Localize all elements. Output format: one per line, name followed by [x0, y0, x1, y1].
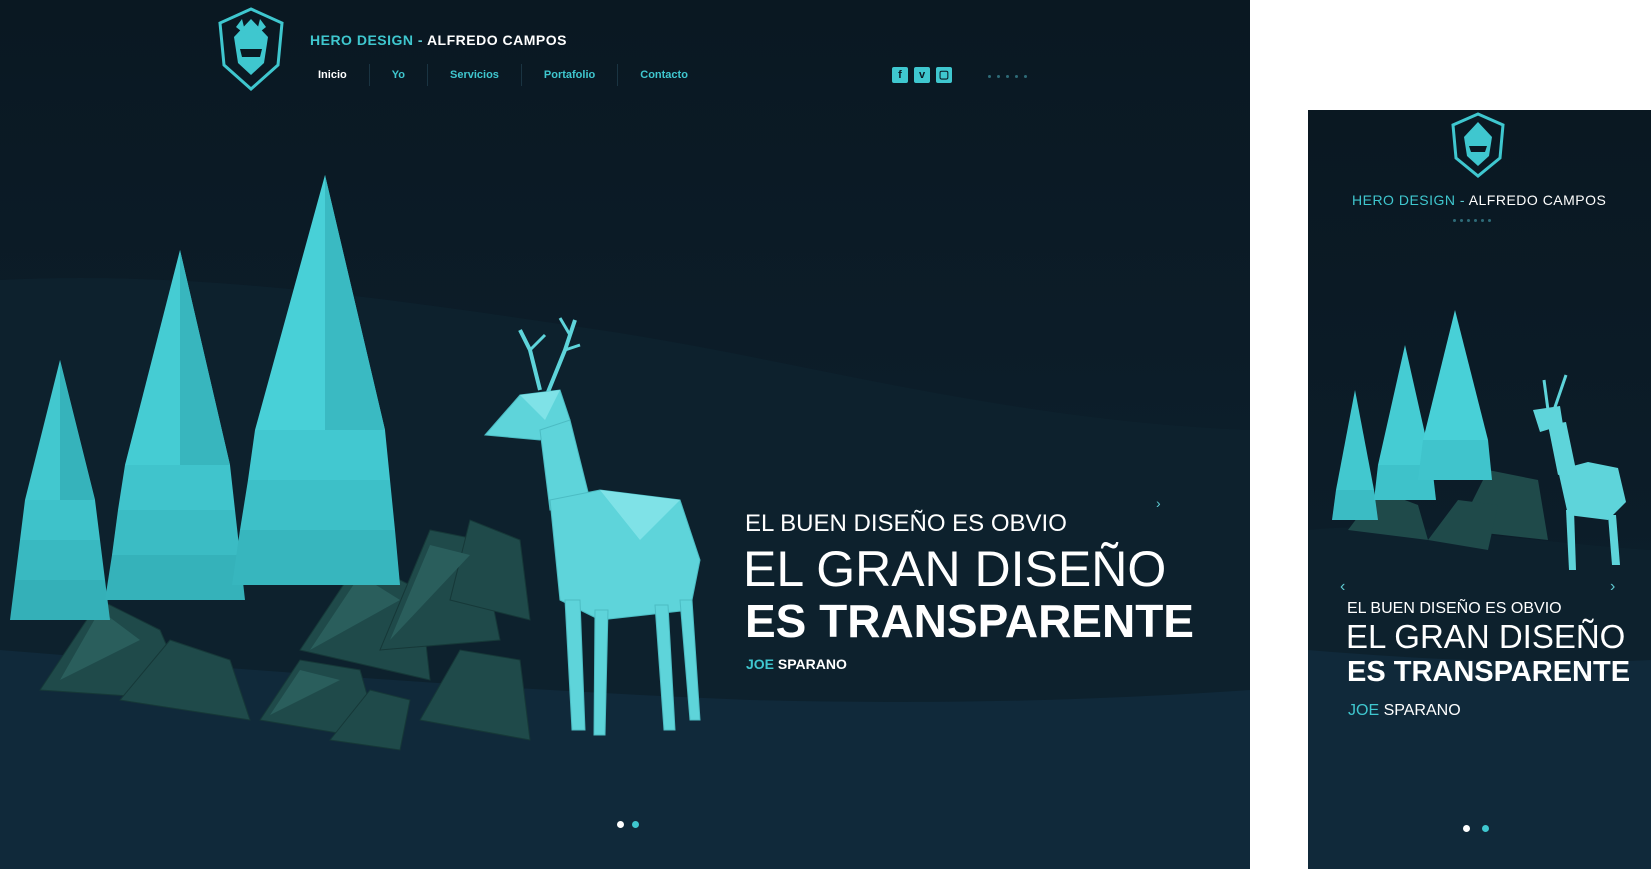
instagram-icon[interactable]: ▢: [936, 67, 952, 83]
mobile-menu-dots[interactable]: [1453, 219, 1491, 222]
mobile-brand-title: HERO DESIGN - ALFREDO CAMPOS: [1352, 192, 1606, 208]
mobile-hero-quote-author: JOE SPARANO: [1348, 702, 1461, 720]
brand-title: HERO DESIGN - ALFREDO CAMPOS: [310, 32, 567, 48]
slider-pager: [617, 821, 639, 828]
mobile-brand-part-2: ALFREDO CAMPOS: [1468, 192, 1607, 208]
author-first-name: JOE: [746, 656, 775, 672]
hero-design-logo[interactable]: [216, 5, 286, 93]
mobile-prev-slide-arrow[interactable]: ‹: [1340, 578, 1345, 596]
mobile-hero-quote-line1: EL BUEN DISEÑO ES OBVIO: [1347, 600, 1562, 617]
nav-item-contacto[interactable]: Contacto: [618, 64, 710, 86]
mobile-preview: HERO DESIGN - ALFREDO CAMPOS ‹ › EL BUEN…: [1308, 110, 1651, 869]
hero-background-scene: [0, 175, 1250, 869]
main-nav: Inicio Yo Servicios Portafolio Contacto: [296, 64, 710, 86]
brand-separator: -: [413, 32, 427, 48]
mobile-slider-pager: [1463, 825, 1489, 832]
brand-part-2: ALFREDO CAMPOS: [426, 32, 567, 48]
hero-quote-line3: ES TRANSPARENTE: [745, 595, 1194, 647]
mobile-brand-separator: -: [1455, 192, 1469, 208]
mobile-hero-quote-line2: EL GRAN DISEÑO: [1346, 618, 1626, 655]
vimeo-icon[interactable]: v: [914, 67, 930, 83]
header-dots: [988, 75, 1027, 78]
social-links: f v ▢: [892, 67, 952, 83]
mobile-slider-dot-1[interactable]: [1463, 825, 1470, 832]
nav-item-yo[interactable]: Yo: [370, 64, 428, 86]
mobile-slider-dot-2[interactable]: [1482, 825, 1489, 832]
next-slide-arrow[interactable]: ›: [1156, 495, 1161, 511]
mobile-brand-part-1: HERO DESIGN: [1352, 192, 1456, 208]
nav-item-inicio[interactable]: Inicio: [296, 64, 370, 86]
mobile-hero-design-logo[interactable]: [1448, 110, 1508, 180]
desktop-preview: HERO DESIGN - ALFREDO CAMPOS Inicio Yo S…: [0, 0, 1250, 869]
author-last-name: SPARANO: [777, 656, 847, 672]
brand-part-1: HERO DESIGN: [310, 32, 414, 48]
mobile-hero-background-scene: [1308, 310, 1651, 869]
mobile-next-slide-arrow[interactable]: ›: [1610, 578, 1615, 596]
mobile-author-last-name: SPARANO: [1383, 702, 1461, 719]
mobile-author-first-name: JOE: [1348, 702, 1380, 719]
slider-dot-2[interactable]: [632, 821, 639, 828]
nav-item-portafolio[interactable]: Portafolio: [522, 64, 619, 86]
hero-quote-line1: EL BUEN DISEÑO ES OBVIO: [745, 510, 1067, 537]
facebook-icon[interactable]: f: [892, 67, 908, 83]
hero-quote-author: JOE SPARANO: [746, 656, 847, 672]
mobile-hero-quote-line3: ES TRANSPARENTE: [1347, 656, 1631, 688]
nav-item-servicios[interactable]: Servicios: [428, 64, 522, 86]
hero-quote-line2: EL GRAN DISEÑO: [743, 541, 1167, 597]
slider-dot-1[interactable]: [617, 821, 624, 828]
